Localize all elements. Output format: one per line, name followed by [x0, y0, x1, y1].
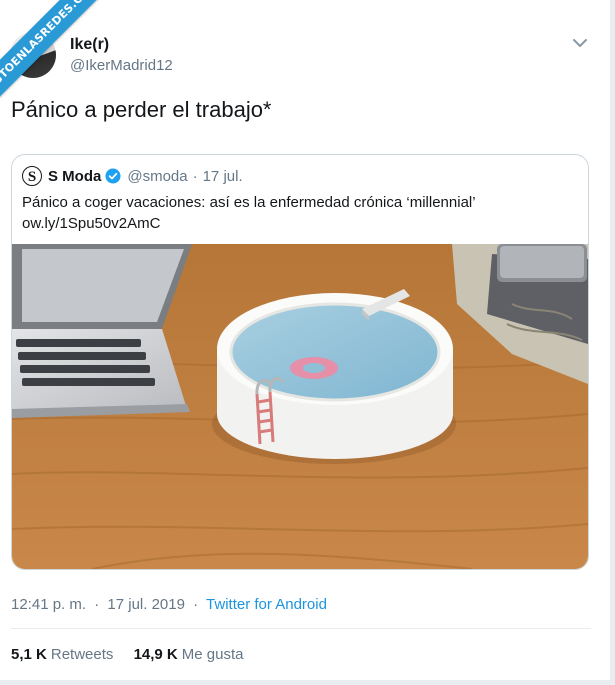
- quoted-date: 17 jul.: [202, 167, 243, 185]
- quoted-author-name: S Moda: [48, 167, 102, 185]
- separator-dot: ·: [192, 167, 198, 185]
- quoted-tweet[interactable]: S S Moda @smoda · 17 jul. Pánico a coger…: [11, 154, 589, 570]
- smoda-logo-icon: S: [22, 166, 42, 186]
- verified-badge-icon: [105, 168, 121, 184]
- author-name[interactable]: Ike(r): [70, 36, 109, 54]
- tweet-date[interactable]: 17 jul. 2019: [107, 596, 185, 613]
- likes-stat[interactable]: 14,9 K Me gusta: [134, 646, 244, 663]
- tweet-text: Pánico a perder el trabajo*: [11, 97, 272, 122]
- tweet-time[interactable]: 12:41 p. m.: [11, 596, 86, 613]
- retweets-stat[interactable]: 5,1 K Retweets: [11, 646, 118, 663]
- tweet-stats: 5,1 K Retweets 14,9 K Me gusta: [11, 646, 259, 663]
- quoted-text: Pánico a coger vacaciones: así es la enf…: [22, 192, 577, 234]
- quoted-text-line: Pánico a coger vacaciones: así es la enf…: [22, 194, 476, 211]
- retweets-count: 5,1 K: [11, 646, 47, 663]
- quoted-tweet-header: S S Moda @smoda · 17 jul.: [22, 165, 243, 187]
- tweet-source-link[interactable]: Twitter for Android: [206, 596, 327, 613]
- likes-label: Me gusta: [181, 646, 244, 663]
- frame-edge-bottom: [0, 680, 615, 685]
- divider: [11, 628, 591, 629]
- separator-dot: ·: [193, 596, 199, 613]
- retweets-label: Retweets: [50, 646, 114, 663]
- frame-edge-right: [610, 0, 615, 685]
- ashtray-pool-photo[interactable]: [12, 244, 588, 569]
- chevron-down-icon[interactable]: [571, 34, 589, 52]
- separator-dot: ·: [94, 596, 100, 613]
- quoted-author-handle: @smoda: [127, 167, 188, 185]
- quoted-link[interactable]: ow.ly/1Spu50v2AmC: [22, 213, 577, 234]
- author-handle[interactable]: @IkerMadrid12: [70, 57, 173, 74]
- tweet-meta: 12:41 p. m. · 17 jul. 2019 · Twitter for…: [11, 596, 327, 613]
- likes-count: 14,9 K: [133, 646, 178, 663]
- tweet-card: VISTOENLASREDES.COM Ike(r) @IkerMadrid12…: [0, 0, 615, 685]
